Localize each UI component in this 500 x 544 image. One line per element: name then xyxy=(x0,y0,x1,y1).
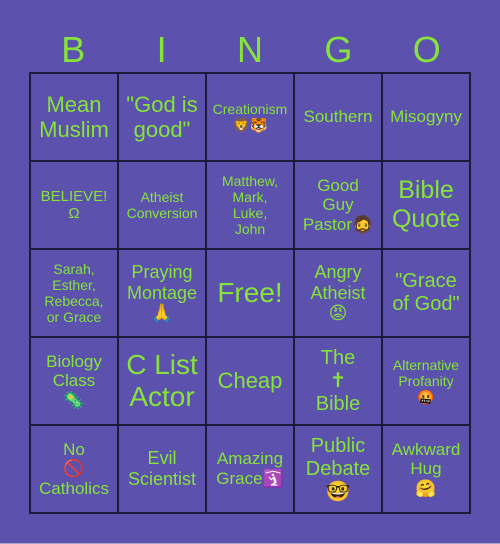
bingo-cell-g3[interactable]: Angry Atheist 😡 xyxy=(294,249,382,337)
cell-label: Southern xyxy=(303,107,373,127)
cell-label: Atheist Conversion xyxy=(126,188,198,221)
bingo-cell-o3[interactable]: "Grace of God" xyxy=(382,249,470,337)
cell-label: Awkward Hug 🤗 xyxy=(391,439,461,498)
bingo-cell-g1[interactable]: Southern xyxy=(294,73,382,161)
header-letter-n: N xyxy=(236,29,263,70)
cell-label: Angry Atheist 😡 xyxy=(310,261,366,324)
bingo-cell-n1[interactable]: Creationism 🦁🐯 xyxy=(206,73,294,161)
bingo-cell-b4[interactable]: Biology Class 🦠 xyxy=(30,337,118,425)
cell-label: C List Actor xyxy=(126,348,198,412)
cell-label: No 🚫 Catholics xyxy=(39,439,109,498)
bingo-cell-g4[interactable]: The ✝ Bible xyxy=(294,337,382,425)
bingo-cell-i2[interactable]: Atheist Conversion xyxy=(118,161,206,249)
cell-label: Sarah, Esther, Rebecca, or Grace xyxy=(44,260,104,326)
cell-label: Amazing Grace🛐 xyxy=(216,449,284,488)
bingo-cell-free[interactable]: Free! xyxy=(206,249,294,337)
cell-label: Public Debate 🤓 xyxy=(305,434,371,503)
cell-label: "Grace of God" xyxy=(392,270,460,315)
bingo-cell-o4[interactable]: Alternative Profanity 🤬 xyxy=(382,337,470,425)
cell-label: Cheap xyxy=(217,368,283,394)
bingo-cell-b5[interactable]: No 🚫 Catholics xyxy=(30,425,118,513)
bingo-cell-i1[interactable]: "God is good" xyxy=(118,73,206,161)
bingo-cell-o1[interactable]: Misogyny xyxy=(382,73,470,161)
cell-label: Evil Scientist xyxy=(127,448,197,489)
header-letter-o: O xyxy=(412,29,441,70)
cell-label: "God is good" xyxy=(126,91,198,142)
cell-label: Creationism 🦁🐯 xyxy=(212,100,288,133)
bingo-cell-b3[interactable]: Sarah, Esther, Rebecca, or Grace xyxy=(30,249,118,337)
bingo-cell-g2[interactable]: Good Guy Pastor🧔 xyxy=(294,161,382,249)
cell-label: Bible Quote xyxy=(391,176,461,233)
bingo-cell-o2[interactable]: Bible Quote xyxy=(382,161,470,249)
cell-label: Good Guy Pastor🧔 xyxy=(302,175,374,234)
bingo-cell-i3[interactable]: Praying Montage 🙏 xyxy=(118,249,206,337)
bingo-cell-g5[interactable]: Public Debate 🤓 xyxy=(294,425,382,513)
bingo-board: Mean Muslim "God is good" Creationism 🦁🐯… xyxy=(29,72,471,514)
bingo-cell-i5[interactable]: Evil Scientist xyxy=(118,425,206,513)
bingo-cell-n5[interactable]: Amazing Grace🛐 xyxy=(206,425,294,513)
bingo-header: B I N G O xyxy=(29,28,471,72)
cell-label: Misogyny xyxy=(390,107,462,127)
cell-label: Praying Montage 🙏 xyxy=(126,261,198,324)
header-letter-i: I xyxy=(156,29,167,70)
cell-label: The ✝ Bible xyxy=(315,346,361,415)
cell-label: BELIEVE! Ω xyxy=(40,187,108,222)
bingo-cell-i4[interactable]: C List Actor xyxy=(118,337,206,425)
bingo-cell-n2[interactable]: Matthew, Mark, Luke, John xyxy=(206,161,294,249)
cell-label: Mean Muslim xyxy=(39,91,109,142)
cell-label: Free! xyxy=(217,276,283,308)
cell-label: Matthew, Mark, Luke, John xyxy=(221,172,279,238)
bingo-cell-n4[interactable]: Cheap xyxy=(206,337,294,425)
cell-label: Biology Class 🦠 xyxy=(46,351,102,410)
bingo-cell-o5[interactable]: Awkward Hug 🤗 xyxy=(382,425,470,513)
cell-label: Alternative Profanity 🤬 xyxy=(392,356,460,406)
bingo-cell-b2[interactable]: BELIEVE! Ω xyxy=(30,161,118,249)
header-letter-b: B xyxy=(61,29,86,70)
header-letter-g: G xyxy=(324,29,353,70)
bingo-cell-b1[interactable]: Mean Muslim xyxy=(30,73,118,161)
